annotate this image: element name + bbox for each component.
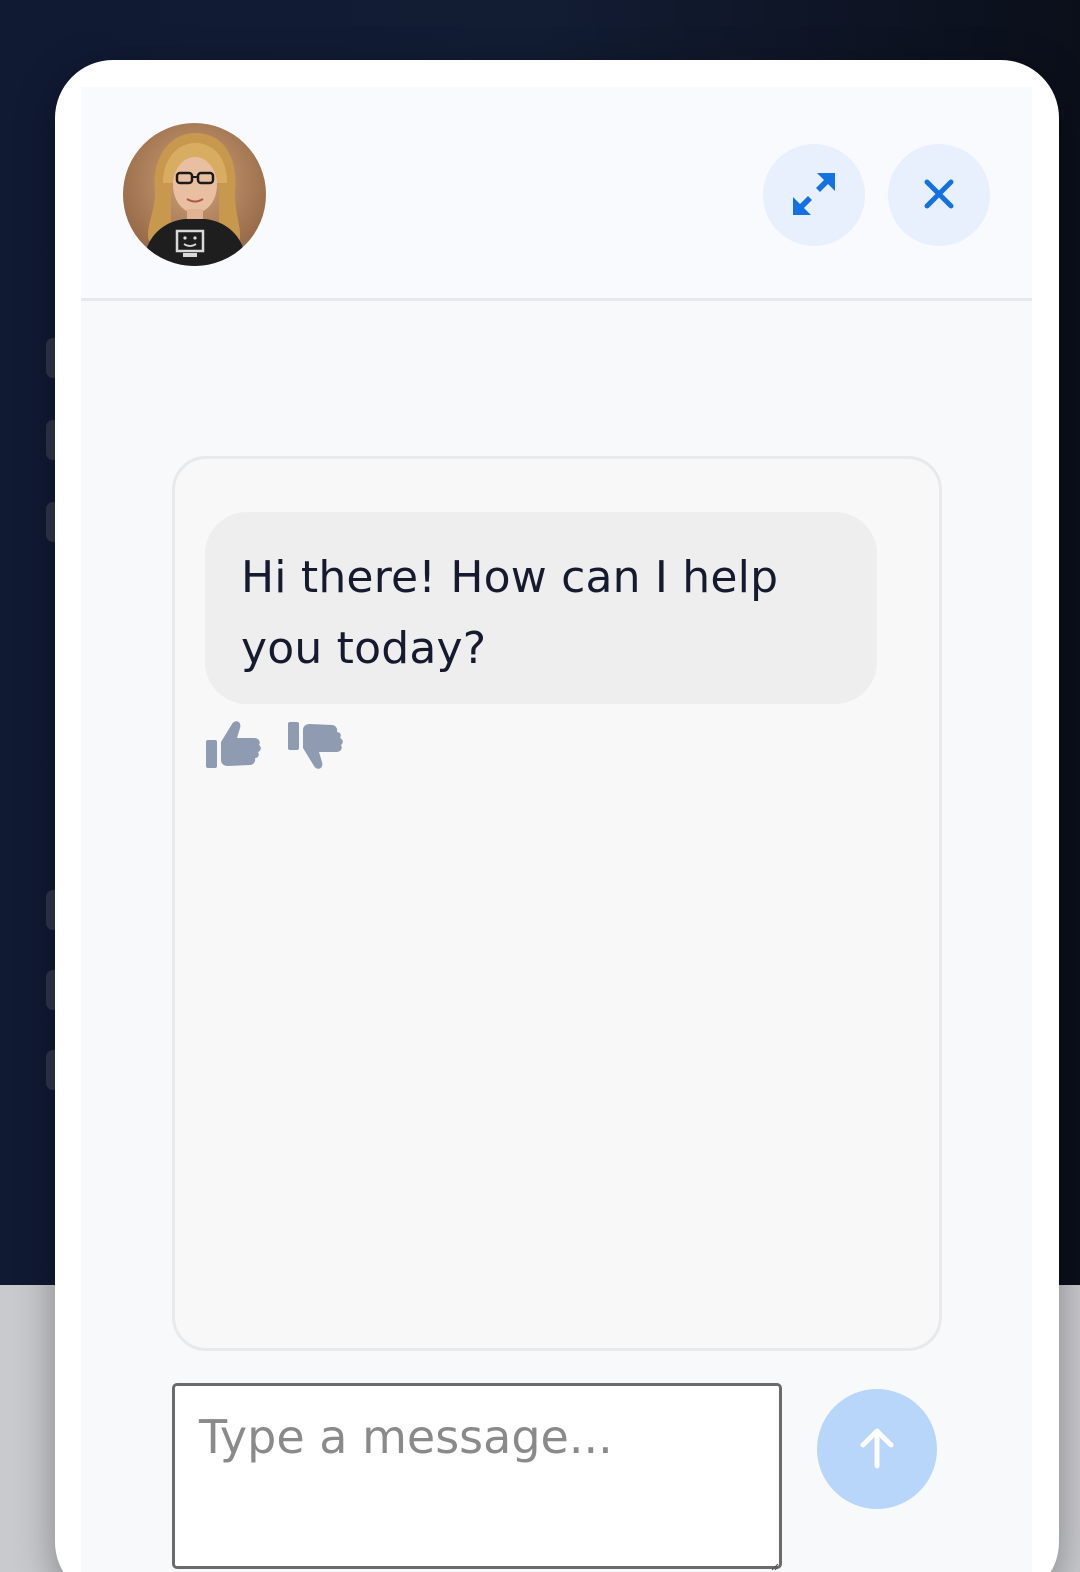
thumbs-up-button[interactable] (205, 721, 263, 773)
message-input[interactable] (172, 1383, 782, 1569)
send-button[interactable] (817, 1389, 937, 1509)
chat-widget-body: Hi there! How can I help you today? (81, 87, 1032, 1572)
assistant-avatar (123, 123, 266, 266)
expand-arrows-icon (791, 171, 837, 220)
thumbs-down-icon (288, 720, 344, 774)
chat-widget: Hi there! How can I help you today? (55, 60, 1059, 1572)
thumbs-up-icon (206, 720, 262, 774)
arrow-up-icon (857, 1426, 897, 1473)
close-button[interactable] (888, 144, 990, 246)
message-list: Hi there! How can I help you today? (172, 456, 942, 1351)
chat-header (81, 87, 1032, 301)
assistant-message: Hi there! How can I help you today? (205, 512, 877, 704)
close-x-icon (924, 179, 954, 212)
thumbs-down-button[interactable] (287, 721, 345, 773)
expand-button[interactable] (763, 144, 865, 246)
resize-grip-icon[interactable] (769, 1556, 779, 1571)
